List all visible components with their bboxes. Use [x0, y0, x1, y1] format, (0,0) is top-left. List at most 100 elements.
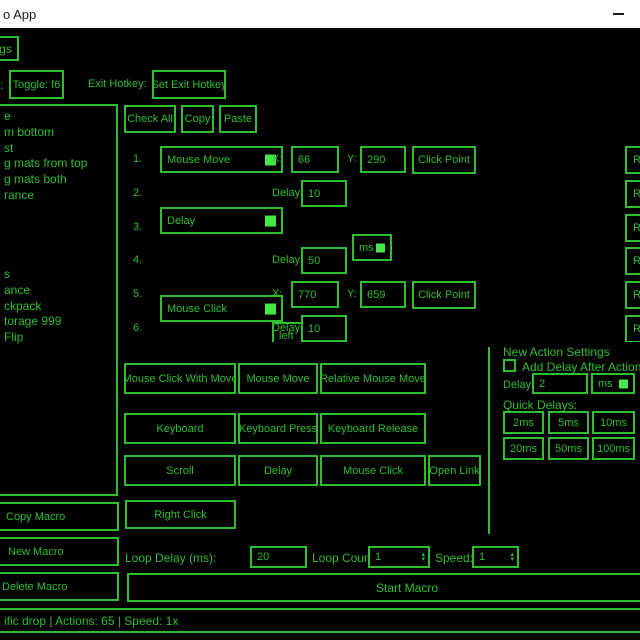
quick-delay-label: 5ms [558, 417, 579, 429]
mouse-move-label: Mouse Move [247, 373, 310, 385]
x-input[interactable]: 66 [291, 146, 339, 173]
speed-value: 1 [479, 551, 485, 563]
keyboard-label: Keyboard [156, 423, 203, 435]
new-macro-button[interactable]: New Macro [0, 537, 119, 566]
delay-label: Delay [272, 322, 300, 334]
keyboard-press-button[interactable]: Keyboard Press [238, 413, 318, 444]
right-click-label: Right Click [154, 509, 207, 521]
delay-input[interactable]: 50 [301, 247, 347, 274]
row-number: 4. [133, 254, 142, 266]
remove-label: R [633, 289, 640, 301]
action-type-dropdown[interactable]: Delay [160, 207, 283, 234]
tab-settings[interactable]: gs [0, 36, 19, 61]
mouse-click-with-move-button[interactable]: Mouse Click With Move [124, 363, 236, 394]
remove-button[interactable]: R [625, 281, 640, 309]
paste-label: Paste [224, 113, 252, 125]
x-input[interactable]: 770 [291, 281, 339, 308]
status-text: ific drop | Actions: 65 | Speed: 1x [4, 614, 178, 628]
delay-button[interactable]: Delay [238, 455, 318, 486]
set-exit-hotkey-button[interactable]: Set Exit Hotkey [152, 70, 226, 99]
quick-delays-label: Quick Delays: [503, 398, 577, 412]
new-delay-unit-dropdown[interactable]: ms [591, 373, 635, 394]
mouse-click-label: Mouse Click [343, 465, 403, 477]
y-value: 659 [367, 289, 385, 301]
new-delay-label: Delay: [503, 379, 534, 391]
y-input[interactable]: 659 [360, 281, 406, 308]
mouse-move-button[interactable]: Mouse Move [238, 363, 318, 394]
status-bar: ific drop | Actions: 65 | Speed: 1x [0, 608, 640, 633]
action-type-dropdown[interactable]: Mouse Move [160, 146, 283, 173]
remove-button[interactable]: R [625, 180, 640, 208]
start-macro-button[interactable]: Start Macro [127, 573, 640, 602]
toggle-hotkey-button[interactable]: Toggle: f6 [9, 70, 64, 99]
right-click-button[interactable]: Right Click [125, 500, 236, 529]
delay-input[interactable]: 10 [301, 315, 347, 342]
speed-stepper[interactable]: 1 ▴▾ [472, 546, 519, 568]
keyboard-button[interactable]: Keyboard [124, 413, 236, 444]
copy-macro-label: Copy Macro [6, 511, 65, 523]
set-exit-hotkey-button-label: Set Exit Hotkey [152, 79, 226, 91]
add-delay-checkbox[interactable] [503, 359, 516, 372]
quick-delay-2ms-button[interactable]: 2ms [503, 411, 544, 434]
quick-delay-10ms-button[interactable]: 10ms [592, 411, 635, 434]
mouse-click-button[interactable]: Mouse Click [320, 455, 426, 486]
quick-delay-50ms-button[interactable]: 50ms [548, 437, 589, 460]
keyboard-release-button[interactable]: Keyboard Release [320, 413, 426, 444]
click-point-label: Click Point [418, 289, 470, 301]
title-bar: o App [0, 0, 640, 28]
action-rows-viewport: 1. Mouse Move X: 66 Y: 290 Click Point R… [0, 140, 640, 342]
check-all-button[interactable]: Check All [124, 105, 176, 133]
action-type-dropdown[interactable]: Mouse Click [160, 295, 283, 322]
quick-delay-100ms-button[interactable]: 100ms [592, 437, 635, 460]
keyboard-press-label: Keyboard Press [239, 423, 317, 435]
stepper-arrows-icon[interactable]: ▴▾ [510, 552, 514, 562]
delay-input[interactable]: 10 [301, 180, 347, 207]
quick-delay-label: 50ms [555, 443, 582, 455]
y-input[interactable]: 290 [360, 146, 406, 173]
new-delay-input[interactable]: 2 [532, 373, 588, 394]
list-item[interactable]: m bottom [4, 125, 116, 141]
delay-label: Delay [272, 187, 300, 199]
click-point-button[interactable]: Click Point [412, 281, 476, 309]
dropdown-indicator-icon [619, 379, 628, 388]
copy-button[interactable]: Copy [181, 105, 214, 133]
action-type-value: Delay [167, 215, 195, 227]
quick-delay-label: 2ms [513, 417, 534, 429]
exit-hotkey-label: Exit Hotkey: [88, 78, 147, 90]
paste-button[interactable]: Paste [219, 105, 257, 133]
delay-value: 10 [308, 188, 320, 200]
quick-delay-20ms-button[interactable]: 20ms [503, 437, 544, 460]
scroll-button[interactable]: Scroll [124, 455, 236, 486]
remove-label: R [633, 222, 640, 234]
minimize-button[interactable] [604, 0, 632, 28]
copy-macro-button[interactable]: Copy Macro [0, 502, 119, 531]
open-link-button[interactable]: Open Link [428, 455, 481, 486]
list-item[interactable]: e [4, 109, 116, 125]
remove-button[interactable]: R [625, 315, 640, 342]
x-value: 770 [298, 289, 316, 301]
remove-button[interactable]: R [625, 214, 640, 242]
open-link-label: Open Link [429, 465, 479, 477]
click-point-button[interactable]: Click Point [412, 146, 476, 174]
remove-button[interactable]: R [625, 146, 640, 174]
window-title: o App [3, 7, 36, 22]
remove-button[interactable]: R [625, 247, 640, 275]
row-number: 3. [133, 221, 142, 233]
y-label: Y: [347, 153, 357, 165]
quick-delay-5ms-button[interactable]: 5ms [548, 411, 589, 434]
relative-mouse-move-button[interactable]: Relative Mouse Move [320, 363, 426, 394]
row-number: 1. [133, 153, 142, 165]
loop-count-stepper[interactable]: 1 ▴▾ [368, 546, 430, 568]
quick-delay-label: 10ms [600, 417, 627, 429]
delay-label: Delay [272, 254, 300, 266]
click-point-label: Click Point [418, 154, 470, 166]
scroll-label: Scroll [166, 465, 194, 477]
x-value: 66 [298, 154, 310, 166]
toggle-hotkey-button-label: Toggle: f6 [13, 79, 61, 91]
loop-count-value: 1 [375, 551, 381, 563]
delete-macro-button[interactable]: Delete Macro [0, 572, 119, 601]
delay-label: Delay [264, 465, 292, 477]
stepper-arrows-icon[interactable]: ▴▾ [421, 552, 425, 562]
loop-delay-input[interactable]: 20 [250, 546, 307, 568]
delay-unit-dropdown[interactable]: ms [352, 234, 392, 261]
